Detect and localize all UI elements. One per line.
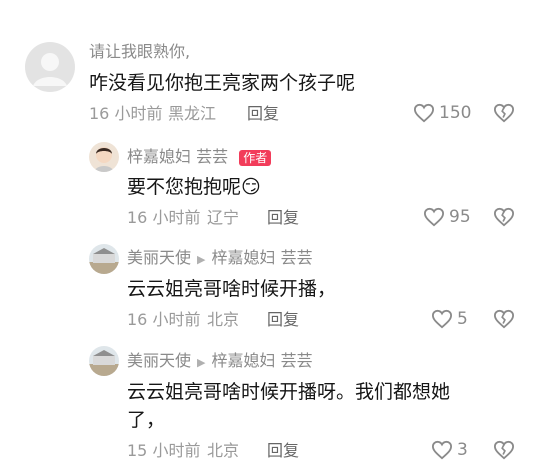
- dislike-button[interactable]: [493, 309, 515, 333]
- comment-time: 16 小时前: [89, 104, 163, 123]
- like-button[interactable]: 3: [431, 440, 468, 460]
- dislike-heart-icon: [493, 309, 515, 329]
- like-button[interactable]: 95: [423, 207, 471, 227]
- comment-text: 咋没看见你抱王亮家两个孩子呢: [89, 72, 356, 94]
- heart-icon: [431, 309, 453, 329]
- play-arrow-icon: ▶: [197, 253, 206, 266]
- reply-button[interactable]: 回复: [267, 441, 299, 461]
- avatar[interactable]: [89, 244, 119, 274]
- dislike-button[interactable]: [493, 207, 515, 231]
- dislike-heart-icon: [493, 440, 515, 460]
- like-button[interactable]: 5: [431, 309, 468, 329]
- reply-to-author[interactable]: 梓嘉媳妇 芸芸: [211, 248, 312, 267]
- play-arrow-icon: ▶: [197, 356, 206, 369]
- user-avatar-icon: [89, 248, 119, 274]
- comment-time: 16 小时前: [127, 208, 201, 227]
- dislike-heart-icon: [493, 207, 515, 227]
- avatar[interactable]: [25, 42, 75, 92]
- reply-button[interactable]: 回复: [267, 208, 299, 228]
- heart-icon: [413, 103, 435, 123]
- dislike-button[interactable]: [493, 440, 515, 464]
- dislike-button[interactable]: [493, 103, 515, 127]
- reply-button[interactable]: 回复: [267, 310, 299, 330]
- comment-time: 15 小时前: [127, 441, 201, 460]
- comment-author[interactable]: 梓嘉媳妇 芸芸: [127, 147, 228, 166]
- user-avatar-icon: [89, 350, 119, 376]
- default-avatar-icon: [33, 53, 67, 86]
- author-badge: 作者: [239, 149, 272, 166]
- avatar[interactable]: [89, 142, 119, 172]
- heart-icon: [431, 440, 453, 460]
- reply-to-author[interactable]: 梓嘉媳妇 芸芸: [211, 351, 312, 370]
- heart-icon: [423, 207, 445, 227]
- like-count: 3: [457, 440, 468, 460]
- reply-button[interactable]: 回复: [247, 104, 279, 124]
- like-count: 95: [449, 207, 471, 227]
- like-button[interactable]: 150: [413, 103, 471, 123]
- smirk-emoji-icon: 😏: [241, 176, 261, 198]
- comment-time: 16 小时前: [127, 310, 201, 329]
- comment-text-line-2: 了，: [127, 409, 166, 431]
- comment-author[interactable]: 美丽天使: [127, 248, 191, 267]
- like-count: 5: [457, 309, 468, 329]
- comment-location: 黑龙江: [168, 104, 217, 123]
- comment-author[interactable]: 请让我眼熟你,: [89, 42, 190, 62]
- comment-location: 辽宁: [207, 208, 240, 227]
- comment-text: 要不您抱抱呢: [127, 176, 242, 198]
- comment-author[interactable]: 美丽天使: [127, 351, 191, 370]
- user-avatar-icon: [94, 147, 114, 172]
- like-count: 150: [439, 103, 472, 123]
- comment-location: 北京: [207, 310, 240, 329]
- comment-text-line-1: 云云姐亮哥啥时候开播呀。我们都想她: [127, 381, 451, 403]
- comment-text: 云云姐亮哥啥时候开播，: [127, 278, 337, 300]
- comment-location: 北京: [207, 441, 240, 460]
- avatar[interactable]: [89, 346, 119, 376]
- dislike-heart-icon: [493, 103, 515, 123]
